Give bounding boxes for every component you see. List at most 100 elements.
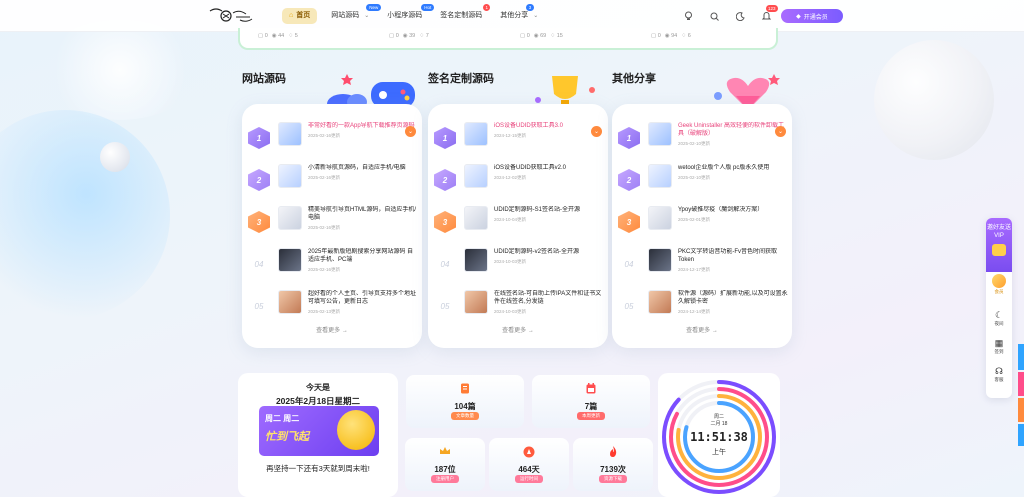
item-title[interactable]: 超好看的个人主页、引导页支持多个地址可填写公告，更新日志 (308, 290, 418, 306)
calendar-icon: ▦ (994, 338, 1004, 348)
item-thumbnail[interactable] (278, 164, 302, 188)
ranking-item[interactable]: 05 软件源（源码）扩展新功能,以及可设置永久解锁卡密 2024-12-14更新 (618, 288, 788, 326)
edge-tab[interactable] (1018, 424, 1024, 446)
stat-articles: 104篇 文章数量 (406, 375, 524, 428)
lightbulb-icon[interactable] (682, 10, 694, 22)
item-thumbnail[interactable] (464, 290, 488, 314)
item-thumbnail[interactable] (278, 122, 302, 146)
item-title[interactable]: 精美导航引导页HTML源码，自适应手机/电脑 (308, 206, 418, 222)
item-title[interactable]: iOS设备UDID获取工具3.0 (494, 122, 604, 130)
nav-miniprogram-source[interactable]: 小程序源码 Hot (383, 4, 435, 24)
item-thumbnail[interactable] (648, 248, 672, 272)
nav-signature-source[interactable]: 签名定制源码 1 (436, 4, 491, 24)
ranking-item[interactable]: 3 精美导航引导页HTML源码，自适应手机/电脑 2025-02-16更新 (248, 204, 418, 242)
ranking-item[interactable]: 05 在线签名站-可自助上传IPA文件和证书文件在线签名,分发链 2024-10-0… (434, 288, 604, 326)
item-date: 2025-02-13更新 (308, 309, 341, 314)
edge-tab[interactable] (1018, 344, 1024, 370)
item-info: iOS设备UDID获取工具3.0 2024-12-15更新 (494, 120, 604, 139)
item-date: 2025-02-16更新 (308, 267, 341, 272)
stat-label: 本周更新 (577, 412, 605, 420)
eye-icon: ◉ 39 (402, 33, 416, 39)
item-title[interactable]: iOS设备UDID获取工具v2.0 (494, 164, 604, 172)
invite-friends-button[interactable]: 邀好友送VIP (986, 218, 1012, 272)
item-thumbnail[interactable] (278, 290, 302, 314)
item-thumbnail[interactable] (464, 248, 488, 272)
nav-label: 签名定制源码 (440, 12, 483, 19)
item-title[interactable]: Geek Uninstaller 高效轻便的软件卸载工具（破解版） (678, 122, 788, 138)
view-more-link[interactable]: 查看更多 → (242, 325, 422, 334)
nav-home[interactable]: ⌂ 首页 (282, 8, 318, 24)
stat-value: 187位 (434, 465, 456, 474)
item-thumbnail[interactable] (278, 248, 302, 272)
rank-badge: 05 (254, 301, 264, 311)
edge-tab[interactable] (1018, 398, 1024, 422)
view-more-link[interactable]: 查看更多 → (428, 325, 608, 334)
item-title[interactable]: UDID定制源码-v2签名站-全开源 (494, 248, 604, 256)
ranking-item[interactable]: 3 Ypoy破推尽疫（魔剑解决方案） 2025-02-01更新 (618, 204, 788, 242)
item-thumbnail[interactable] (464, 164, 488, 188)
strip-stat: ▢ 0 ◉ 44 ♢ 5 (258, 33, 389, 39)
ranking-item[interactable]: 2 小清新导航页源码，自适应手机/电脑 2025-02-16更新 (248, 162, 418, 200)
ranking-item[interactable]: 04 2025年最新版短剧搜索分享网站源码 自适应手机、PC端 2025-02-16… (248, 246, 418, 284)
ranking-item[interactable]: 04 UDID定制源码-v2签名站-全开源 2024-10-03更新 (434, 246, 604, 284)
item-thumbnail[interactable] (648, 164, 672, 188)
ranking-panel-website: 1 非常好看的一款App导航下载推荐页源码 2025-02-16更新 ⌄ 2 小清新导航页… (242, 104, 422, 348)
eye-icon: ◉ 94 (664, 33, 678, 39)
rank-badge: 2 (248, 169, 270, 191)
search-icon[interactable] (708, 10, 720, 22)
bg-sphere (874, 40, 994, 160)
item-thumbnail[interactable] (648, 122, 672, 146)
vip-side-button[interactable]: 会员 (986, 274, 1012, 295)
comment-icon: ▢ 0 (651, 33, 661, 39)
item-thumbnail[interactable] (464, 122, 488, 146)
open-vip-button[interactable]: ◆ 开通会员 (781, 9, 843, 23)
item-title[interactable]: 小清新导航页源码，自适应手机/电脑 (308, 164, 418, 172)
item-thumbnail[interactable] (648, 206, 672, 230)
strip-value: 0 (657, 33, 661, 39)
item-title[interactable]: wetool企业版个人版 pc版永久使用 (678, 164, 788, 172)
item-title[interactable]: 软件源（源码）扩展新功能,以及可设置永久解锁卡密 (678, 290, 788, 306)
side-label: 客服 (994, 377, 1004, 382)
ranking-item[interactable]: 2 wetool企业版个人版 pc版永久使用 2025-02-10更新 (618, 162, 788, 200)
item-date: 2025-02-16更新 (308, 225, 341, 230)
ranking-item[interactable]: 05 超好看的个人主页、引导页支持多个地址可填写公告，更新日志 2025-02-13… (248, 288, 418, 326)
item-info: iOS设备UDID获取工具v2.0 2024-12-02更新 (494, 162, 604, 181)
ranking-item[interactable]: 04 PKC文字转语音功能-Fv音色时间获取Token 2024-12-17更新 (618, 246, 788, 284)
site-logo[interactable] (206, 5, 254, 27)
eye-icon: ◉ 44 (271, 33, 285, 39)
header-actions: 123 (682, 5, 778, 22)
customer-service-button[interactable]: ☊ 客服 (986, 366, 1012, 383)
item-title[interactable]: UDID定制源码-S1签名站-全开源 (494, 206, 604, 214)
item-title[interactable]: 非常好看的一款App导航下载推荐页源码 (308, 122, 418, 130)
bell-icon[interactable]: 123 (760, 5, 778, 22)
ranking-panel-signature: 1 iOS设备UDID获取工具3.0 2024-12-15更新 ⌄ 2 iOS设备UDID… (428, 104, 608, 348)
item-thumbnail[interactable] (278, 206, 302, 230)
item-thumbnail[interactable] (464, 206, 488, 230)
ranking-item[interactable]: 2 iOS设备UDID获取工具v2.0 2024-12-02更新 (434, 162, 604, 200)
item-title[interactable]: Ypoy破推尽疫（魔剑解决方案） (678, 206, 788, 214)
gift-icon (992, 244, 1006, 256)
item-info: 精美导航引导页HTML源码，自适应手机/电脑 2025-02-16更新 (308, 204, 418, 231)
item-date: 2025-02-16更新 (308, 133, 341, 138)
nav-website-source[interactable]: 网站源码 New ⌄ (327, 4, 382, 24)
item-title[interactable]: 在线签名站-可自助上传IPA文件和证书文件在线签名,分发链 (494, 290, 604, 306)
strip-stat: ▢ 0 ◉ 69 ♢ 15 (520, 33, 651, 39)
item-title[interactable]: 2025年最新版短剧搜索分享网站源码 自适应手机、PC端 (308, 248, 418, 264)
ranking-item[interactable]: 1 iOS设备UDID获取工具3.0 2024-12-15更新 ⌄ (434, 120, 604, 158)
item-date: 2024-10-03更新 (494, 259, 527, 264)
nav-other-share[interactable]: 其他分享 3 ⌄ (496, 4, 542, 24)
night-mode-button[interactable]: ☾ 夜间 (986, 310, 1012, 327)
ranking-item[interactable]: 3 UDID定制源码-S1签名站-全开源 2024-10-04更新 (434, 204, 604, 242)
item-date: 2024-12-17更新 (678, 267, 711, 272)
ranking-item[interactable]: 1 非常好看的一款App导航下载推荐页源码 2025-02-16更新 ⌄ (248, 120, 418, 158)
view-more-link[interactable]: 查看更多 → (612, 325, 792, 334)
ranking-item[interactable]: 1 Geek Uninstaller 高效轻便的软件卸载工具（破解版） 2025-0… (618, 120, 788, 158)
comment-icon: ▢ 0 (258, 33, 268, 39)
item-thumbnail[interactable] (648, 290, 672, 314)
edge-tab[interactable] (1018, 372, 1024, 396)
checkin-button[interactable]: ▦ 签到 (986, 338, 1012, 355)
item-title[interactable]: PKC文字转语音功能-Fv音色时间获取Token (678, 248, 788, 264)
moon-icon[interactable] (734, 10, 746, 22)
item-date: 2025-02-10更新 (678, 141, 711, 146)
rank-badge: 04 (254, 259, 264, 269)
